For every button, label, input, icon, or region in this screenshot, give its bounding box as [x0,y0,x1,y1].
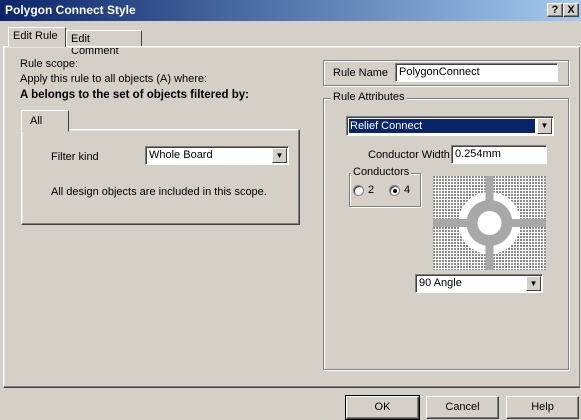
conductors-4-label: 4 [404,184,411,196]
tab-edit-rule[interactable]: Edit Rule [8,27,66,47]
chevron-down-icon[interactable]: ▼ [526,276,541,291]
tab-all[interactable]: All [21,110,69,132]
filter-kind-select[interactable]: Whole Board ▼ [145,146,289,165]
angle-select[interactable]: 90 Angle ▼ [415,274,543,293]
rule-attributes-caption: Rule Attributes [331,91,407,103]
conductor-width-value: 0.254mm [455,148,501,160]
connect-style-select[interactable]: Relief Connect ▼ [346,116,554,136]
filter-kind-value: Whole Board [149,149,213,161]
connect-style-value: Relief Connect [349,119,535,133]
help-button[interactable]: Help [506,396,579,419]
tab-edit-rule-label: Edit Rule [13,30,58,42]
radio-selected-dot [393,189,397,193]
chevron-down-icon[interactable]: ▼ [537,118,552,134]
scope-description: All design objects are included in this … [51,186,267,198]
tab-edit-comment[interactable]: Edit Comment [66,30,142,57]
conductors-2-radio[interactable] [353,185,364,196]
scope-filter-panel [21,129,300,225]
title-bar[interactable]: Polygon Connect Style ? X [0,0,581,21]
close-button[interactable]: X [563,3,579,17]
help-question-button[interactable]: ? [547,3,563,17]
cancel-button[interactable]: Cancel [426,396,499,419]
conductors-2-label: 2 [368,184,375,196]
conductor-width-input[interactable]: 0.254mm [451,145,547,164]
rule-name-value: PolygonConnect [399,66,480,78]
rule-name-label: Rule Name [333,67,389,79]
apply-rule-text: Apply this rule to all objects (A) where… [20,73,208,85]
belongs-to-set-text: A belongs to the set of objects filtered… [20,89,249,101]
angle-value: 90 Angle [419,277,462,289]
tab-strip-empty [68,110,299,130]
chevron-down-icon[interactable]: ▼ [272,148,287,163]
relief-connect-preview [433,176,546,270]
relief-preview-graphic [433,176,546,270]
rule-name-input[interactable]: PolygonConnect [395,63,558,82]
filter-kind-label: Filter kind [51,151,99,163]
ok-button[interactable]: OK [345,395,420,420]
conductors-caption: Conductors [351,166,412,178]
conductor-width-label: Conductor Width [368,149,450,161]
conductors-4-radio[interactable] [389,185,400,196]
rule-scope-heading: Rule scope: [20,58,79,70]
window-title: Polygon Connect Style [5,3,136,17]
tab-all-label: All [30,115,43,127]
